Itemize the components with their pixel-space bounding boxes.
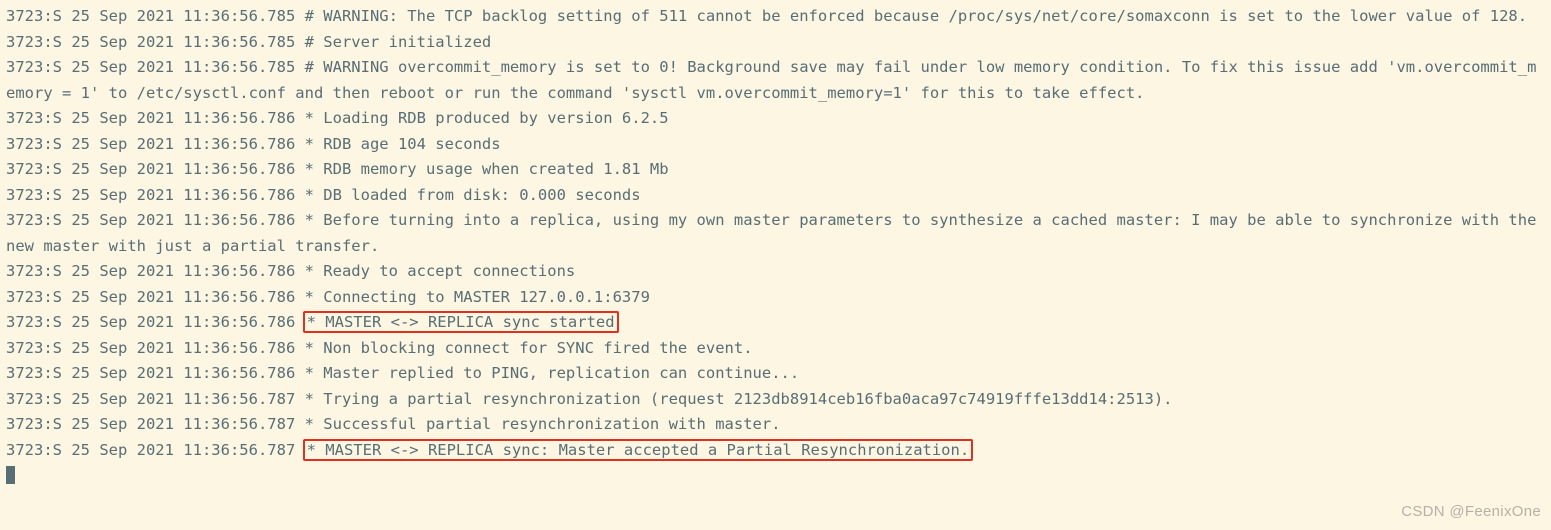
log-line: 3723:S 25 Sep 2021 11:36:56.786 * Ready … [6,259,1545,285]
terminal-output: 3723:S 25 Sep 2021 11:36:56.785 # WARNIN… [0,0,1551,463]
log-message: * DB loaded from disk: 0.000 seconds [305,186,641,204]
log-message: * Non blocking connect for SYNC fired th… [305,339,753,357]
log-message: * Ready to accept connections [305,262,576,280]
log-prefix: 3723:S 25 Sep 2021 11:36:56.786 [6,364,305,382]
log-line: 3723:S 25 Sep 2021 11:36:56.786 * Connec… [6,285,1545,311]
log-message: * Trying a partial resynchronization (re… [305,390,1173,408]
log-message-highlighted: * MASTER <-> REPLICA sync started [303,311,619,333]
log-line: 3723:S 25 Sep 2021 11:36:56.786 * Before… [6,208,1545,259]
log-line: 3723:S 25 Sep 2021 11:36:56.787 * Succes… [6,412,1545,438]
log-message: * Loading RDB produced by version 6.2.5 [305,109,669,127]
log-prefix: 3723:S 25 Sep 2021 11:36:56.785 [6,58,305,76]
log-prefix: 3723:S 25 Sep 2021 11:36:56.786 [6,339,305,357]
log-message: * RDB memory usage when created 1.81 Mb [305,160,669,178]
log-line: 3723:S 25 Sep 2021 11:36:56.786 * DB loa… [6,183,1545,209]
log-prefix: 3723:S 25 Sep 2021 11:36:56.786 [6,109,305,127]
log-prefix: 3723:S 25 Sep 2021 11:36:56.786 [6,211,305,229]
log-message: * Master replied to PING, replication ca… [305,364,800,382]
log-prefix: 3723:S 25 Sep 2021 11:36:56.787 [6,415,305,433]
log-prefix: 3723:S 25 Sep 2021 11:36:56.786 [6,135,305,153]
log-prefix: 3723:S 25 Sep 2021 11:36:56.785 [6,7,305,25]
log-line: 3723:S 25 Sep 2021 11:36:56.786 * RDB me… [6,157,1545,183]
log-line: 3723:S 25 Sep 2021 11:36:56.786 * MASTER… [6,310,1545,336]
log-prefix: 3723:S 25 Sep 2021 11:36:56.786 [6,288,305,306]
terminal-cursor [6,466,15,484]
log-message: # WARNING: The TCP backlog setting of 51… [305,7,1527,25]
log-line: 3723:S 25 Sep 2021 11:36:56.786 * Non bl… [6,336,1545,362]
log-prefix: 3723:S 25 Sep 2021 11:36:56.787 [6,390,305,408]
log-message-highlighted: * MASTER <-> REPLICA sync: Master accept… [303,439,974,461]
log-line: 3723:S 25 Sep 2021 11:36:56.786 * Master… [6,361,1545,387]
log-message: * Successful partial resynchronization w… [305,415,781,433]
log-prefix: 3723:S 25 Sep 2021 11:36:56.785 [6,33,305,51]
log-line: 3723:S 25 Sep 2021 11:36:56.785 # WARNIN… [6,55,1545,106]
log-line: 3723:S 25 Sep 2021 11:36:56.786 * Loadin… [6,106,1545,132]
log-prefix: 3723:S 25 Sep 2021 11:36:56.786 [6,313,305,331]
log-message: * Connecting to MASTER 127.0.0.1:6379 [305,288,650,306]
log-line: 3723:S 25 Sep 2021 11:36:56.787 * Trying… [6,387,1545,413]
log-prefix: 3723:S 25 Sep 2021 11:36:56.786 [6,262,305,280]
log-line: 3723:S 25 Sep 2021 11:36:56.787 * MASTER… [6,438,1545,464]
log-prefix: 3723:S 25 Sep 2021 11:36:56.786 [6,186,305,204]
log-prefix: 3723:S 25 Sep 2021 11:36:56.786 [6,160,305,178]
log-line: 3723:S 25 Sep 2021 11:36:56.785 # Server… [6,30,1545,56]
log-message: * RDB age 104 seconds [305,135,501,153]
log-line: 3723:S 25 Sep 2021 11:36:56.785 # WARNIN… [6,4,1545,30]
watermark-text: CSDN @FeenixOne [1401,499,1541,525]
log-line: 3723:S 25 Sep 2021 11:36:56.786 * RDB ag… [6,132,1545,158]
log-prefix: 3723:S 25 Sep 2021 11:36:56.787 [6,441,305,459]
log-message: # Server initialized [305,33,492,51]
